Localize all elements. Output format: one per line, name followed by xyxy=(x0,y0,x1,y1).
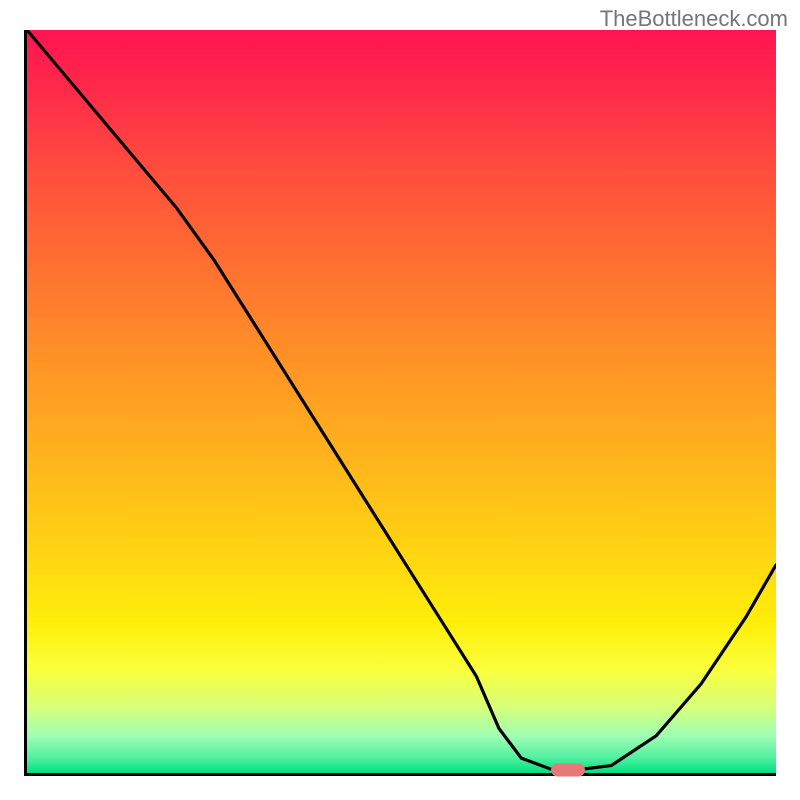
optimal-point-marker xyxy=(551,764,585,777)
chart-background-gradient xyxy=(27,30,776,773)
chart-plot-area xyxy=(24,30,776,776)
watermark-text: TheBottleneck.com xyxy=(600,6,788,32)
